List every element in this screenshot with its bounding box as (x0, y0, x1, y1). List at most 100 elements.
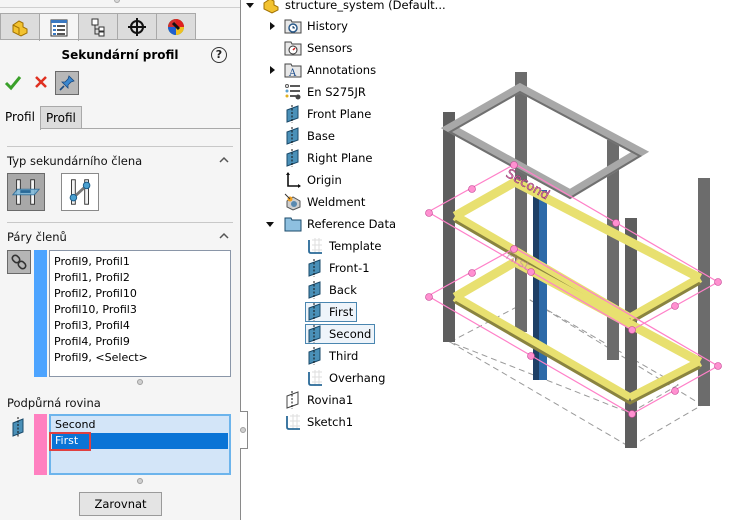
plane-icon (286, 105, 299, 123)
plane-icon (308, 259, 321, 277)
tree-item-label: Sketch1 (307, 415, 354, 429)
tree-root-label: structure_system (Default... (285, 0, 446, 12)
plane-icon (286, 149, 299, 167)
endpoint-member-icon (69, 179, 91, 205)
feature-tree: structure_system (Default... History Sen… (246, 0, 446, 440)
list-resize-handle[interactable] (137, 379, 143, 385)
tree-item-sensors[interactable]: Sensors (284, 38, 352, 58)
support-plane-type-button[interactable] (7, 173, 45, 211)
help-icon[interactable]: ? (211, 47, 227, 63)
link-pairs-button[interactable] (7, 250, 31, 274)
expand-arrow-down-icon[interactable] (246, 1, 254, 9)
tree-item-label: Third (329, 349, 359, 363)
subtab-profil-1[interactable]: Profil (0, 106, 41, 130)
tab-feature-manager[interactable] (0, 13, 40, 40)
3d-viewport[interactable]: Second First (420, 60, 750, 480)
frame-column (515, 72, 527, 332)
tree-item-base[interactable]: Base (284, 126, 335, 146)
chain-link-icon (11, 254, 27, 270)
feature-manager-icon (12, 20, 28, 37)
pin-button[interactable] (55, 71, 79, 95)
list-resize-handle[interactable] (137, 478, 143, 484)
ok-button[interactable] (4, 72, 22, 92)
tree-item-label: Front Plane (307, 107, 372, 121)
collapse-chevron-icon[interactable] (218, 155, 230, 165)
tree-item-front-plane[interactable]: Front Plane (284, 104, 371, 124)
subtab-bar: Profil Profil (0, 106, 82, 130)
tree-item-reference-data[interactable]: Reference Data (284, 214, 396, 234)
ok-check-icon (4, 76, 22, 91)
cancel-x-icon (35, 76, 47, 88)
tab-dimxpert-manager[interactable] (117, 13, 157, 40)
divider (0, 7, 240, 8)
plane-icon (12, 417, 24, 437)
collapse-chevron-icon[interactable] (218, 231, 230, 241)
plane-icon (308, 281, 321, 299)
history-folder-icon (284, 19, 302, 34)
list-item[interactable]: Profil9, <Select> (54, 350, 226, 366)
tree-item-back[interactable]: Back (306, 280, 357, 300)
material-icon (285, 84, 301, 100)
list-item[interactable]: Profil1, Profil2 (54, 270, 226, 286)
tree-item-history[interactable]: History (284, 16, 348, 36)
list-item[interactable]: Profil3, Profil4 (54, 318, 226, 334)
tree-item-weldment[interactable]: Weldment (284, 192, 365, 212)
configuration-manager-icon (91, 18, 105, 37)
panel-title: Sekundární profil (61, 48, 179, 62)
subtab-profil-2[interactable]: Profil (39, 106, 82, 129)
tree-item-rovina1[interactable]: Rovina1 (284, 390, 353, 410)
align-member-button[interactable]: Zarovnat člena (79, 492, 162, 520)
divider (0, 39, 240, 40)
manager-tabbar (0, 13, 196, 41)
plane-icon (308, 325, 321, 343)
tree-item-label: Sensors (307, 41, 353, 55)
list-item[interactable]: Profil9, Profil1 (54, 254, 226, 270)
expand-arrow-down-icon[interactable] (266, 220, 274, 228)
member-type-group-title: Typ sekundárního člena (7, 154, 143, 168)
tree-item-label: Front-1 (329, 261, 370, 275)
support-plane-group-title: Podpůrná rovina (7, 396, 101, 410)
list-item[interactable]: Profil4, Profil9 (54, 334, 226, 350)
endpoint-type-button[interactable] (61, 173, 99, 211)
tree-item-second[interactable]: Second (305, 324, 376, 344)
tree-item-annotations[interactable]: A Annotations (284, 60, 376, 80)
divider (48, 128, 240, 129)
tree-item-overhang[interactable]: Overhang (306, 368, 385, 388)
tree-item-template[interactable]: Template (306, 236, 381, 256)
list-item[interactable]: Profil2, Profil10 (54, 286, 226, 302)
divider (7, 146, 233, 147)
tree-item-third[interactable]: Third (306, 346, 358, 366)
tree-item-label: En S275JR (307, 85, 366, 99)
expand-arrow-right-icon[interactable] (268, 66, 276, 74)
pin-icon (59, 75, 75, 91)
tree-item-right-plane[interactable]: Right Plane (284, 148, 372, 168)
member-pairs-list[interactable]: Profil9, Profil1 Profil1, Profil2 Profil… (49, 250, 231, 377)
tree-item-origin[interactable]: Origin (284, 170, 342, 190)
dimxpert-icon (128, 18, 146, 36)
tab-property-manager[interactable] (39, 13, 79, 41)
selection-color-bar (34, 250, 47, 377)
tree-item-front-1[interactable]: Front-1 (306, 258, 370, 278)
tree-item-label: Right Plane (307, 151, 373, 165)
tab-configuration-manager[interactable] (78, 13, 118, 40)
tree-root[interactable]: structure_system (Default... (262, 0, 446, 15)
list-item[interactable]: Second (52, 417, 228, 433)
support-plane-member-icon (11, 179, 41, 205)
tree-item-material[interactable]: En S275JR (284, 82, 366, 102)
weldment-icon (284, 193, 301, 211)
tree-item-label: Reference Data (307, 217, 397, 231)
expand-arrow-right-icon[interactable] (268, 22, 276, 30)
plane-outline-icon (286, 391, 299, 409)
tree-item-label: Back (329, 283, 357, 297)
panel-resize-handle[interactable] (114, 0, 120, 3)
plane-icon (286, 127, 299, 145)
tree-item-sketch1[interactable]: Sketch1 (284, 412, 353, 432)
tree-item-label: Origin (307, 173, 342, 187)
cancel-button[interactable] (32, 72, 50, 92)
tab-display-manager[interactable] (156, 13, 196, 40)
tree-item-first[interactable]: First (305, 302, 358, 322)
structure-model: Second First (425, 72, 722, 448)
tree-item-label: Template (329, 239, 382, 253)
property-manager-icon (50, 19, 68, 36)
list-item[interactable]: Profil10, Profil3 (54, 302, 226, 318)
